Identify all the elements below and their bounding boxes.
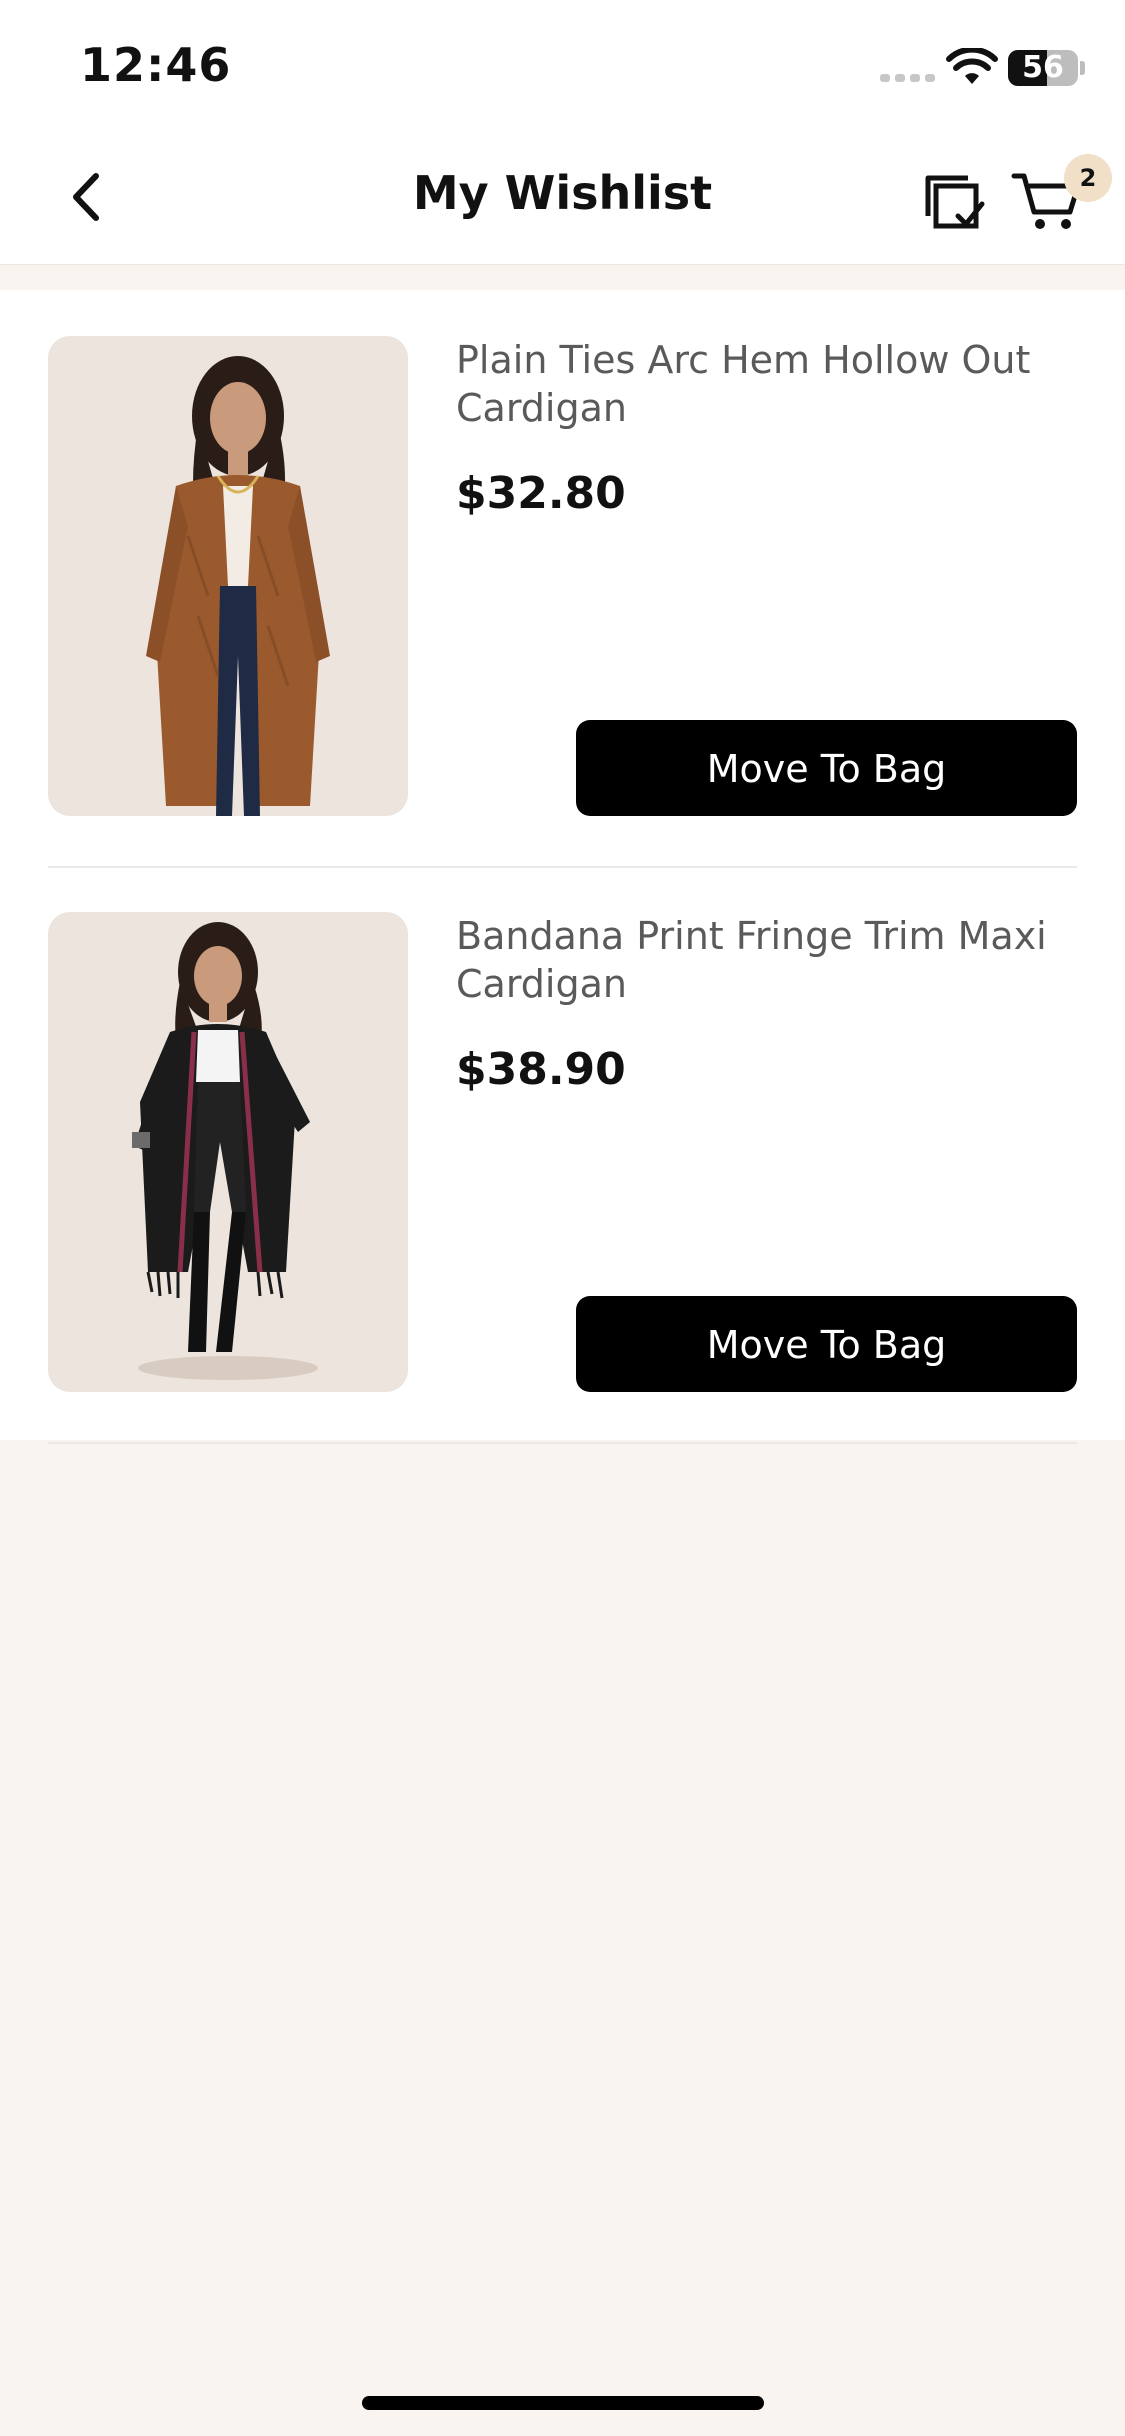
product-price: $32.80 xyxy=(456,468,626,519)
status-bar: 12:46 56 xyxy=(0,0,1125,132)
product-image[interactable] xyxy=(48,336,408,816)
product-photo-cardigan-black xyxy=(132,922,318,1380)
move-to-bag-button[interactable]: Move To Bag xyxy=(576,720,1077,816)
nav-header: My Wishlist xyxy=(0,132,1125,265)
wifi-icon xyxy=(946,48,998,84)
status-time: 12:46 xyxy=(80,38,232,92)
move-to-bag-button[interactable]: Move To Bag xyxy=(576,1296,1077,1392)
product-name[interactable]: Bandana Print Fringe Trim Maxi Cardigan xyxy=(456,912,1056,1008)
cellular-signal-icon xyxy=(880,74,935,82)
multi-select-check-icon xyxy=(925,175,985,229)
battery-nub xyxy=(1080,61,1085,75)
manage-wishlist-button[interactable] xyxy=(918,162,990,234)
cart-count-badge: 2 xyxy=(1064,154,1112,202)
wishlist-list: Plain Ties Arc Hem Hollow Out Cardigan $… xyxy=(0,290,1125,1444)
product-price: $38.90 xyxy=(456,1044,626,1095)
home-indicator[interactable] xyxy=(362,2396,764,2410)
product-image[interactable] xyxy=(48,912,408,1392)
product-name[interactable]: Plain Ties Arc Hem Hollow Out Cardigan xyxy=(456,336,1056,432)
wishlist-item[interactable]: Bandana Print Fringe Trim Maxi Cardigan … xyxy=(48,866,1077,1444)
battery-percent: 56 xyxy=(1022,50,1064,85)
wishlist-item[interactable]: Plain Ties Arc Hem Hollow Out Cardigan $… xyxy=(48,290,1077,868)
battery-icon: 56 xyxy=(1008,50,1078,86)
product-photo-cardigan-brown xyxy=(146,356,330,816)
